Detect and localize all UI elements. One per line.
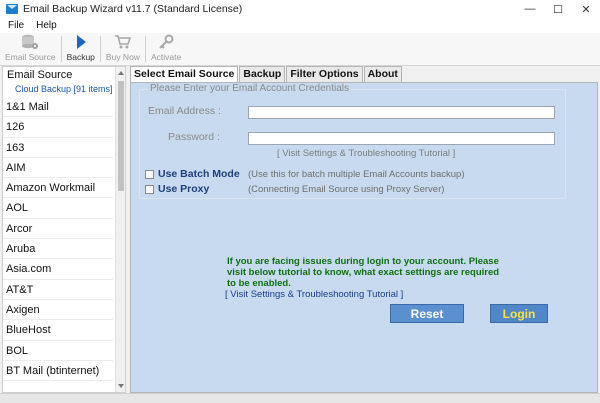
tab-about[interactable]: About <box>363 66 402 82</box>
tab-filter-options[interactable]: Filter Options <box>286 66 363 82</box>
buy-now-label: Buy Now <box>105 52 140 62</box>
scroll-down-icon[interactable] <box>118 384 124 388</box>
toolbar: Email Source Backup Buy Now Activate <box>0 33 600 66</box>
email-source-button[interactable]: Email Source <box>0 33 61 65</box>
credentials-legend: Please Enter your Email Account Credenti… <box>148 83 351 94</box>
activate-label: Activate <box>150 52 182 62</box>
maximize-button[interactable]: ☐ <box>544 0 572 18</box>
menu-help[interactable]: Help <box>36 20 57 31</box>
backup-button[interactable]: Backup <box>62 33 100 65</box>
use-proxy-hint: (Connecting Email Source using Proxy Ser… <box>248 184 445 195</box>
activate-button[interactable]: Activate <box>146 33 186 65</box>
window-title: Email Backup Wizard v11.7 (Standard Lice… <box>23 3 243 15</box>
tab-backup[interactable]: Backup <box>239 66 286 82</box>
backup-label: Backup <box>66 52 95 62</box>
list-item[interactable]: 1&1 Mail <box>3 97 113 118</box>
list-item[interactable]: BOL <box>3 341 113 361</box>
scroll-up-icon[interactable] <box>118 71 124 75</box>
list-item[interactable]: AOL <box>3 198 113 219</box>
use-proxy-checkbox[interactable] <box>145 185 154 194</box>
app-envelope-icon <box>6 4 18 14</box>
scroll-thumb[interactable] <box>118 81 124 191</box>
credentials-group: Please Enter your Email Account Credenti… <box>139 83 566 199</box>
title-bar: Email Backup Wizard v11.7 (Standard Lice… <box>0 0 600 18</box>
batch-mode-hint: (Use this for batch multiple Email Accou… <box>248 169 465 180</box>
close-button[interactable]: ✕ <box>572 0 600 18</box>
menu-file[interactable]: File <box>8 20 24 31</box>
list-item[interactable]: Amazon Workmail <box>3 178 113 199</box>
status-bar <box>0 393 600 403</box>
cart-icon <box>114 35 132 49</box>
play-icon <box>76 35 86 49</box>
batch-mode-label[interactable]: Use Batch Mode <box>158 168 240 180</box>
use-proxy-label[interactable]: Use Proxy <box>158 183 209 195</box>
password-input[interactable] <box>248 132 555 145</box>
list-item[interactable]: 126 <box>3 117 113 138</box>
notice-tutorial-link[interactable]: [ Visit Settings & Troubleshooting Tutor… <box>225 289 403 300</box>
select-email-source-panel: Please Enter your Email Account Credenti… <box>130 82 598 393</box>
buy-now-button[interactable]: Buy Now <box>101 33 145 65</box>
database-gear-icon <box>22 34 39 49</box>
list-item[interactable]: BlueHost <box>3 320 113 341</box>
email-source-label: Email Source <box>5 52 56 62</box>
tab-select-email-source[interactable]: Select Email Source <box>130 66 239 83</box>
sidebar-category[interactable]: Cloud Backup [91 items] <box>3 83 125 97</box>
email-address-label: Email Address : <box>148 105 221 117</box>
batch-mode-checkbox[interactable] <box>145 170 154 179</box>
credentials-tutorial-link[interactable]: [ Visit Settings & Troubleshooting Tutor… <box>277 148 455 159</box>
email-address-input[interactable] <box>248 106 555 119</box>
list-item[interactable]: Aruba <box>3 239 113 260</box>
sidebar-scrollbar[interactable] <box>115 67 125 392</box>
list-item[interactable]: Asia.com <box>3 259 113 280</box>
login-help-notice: If you are facing issues during login to… <box>227 256 500 289</box>
list-item[interactable]: BT Mail (btinternet) <box>3 361 113 382</box>
tab-strip: Select Email Source Backup Filter Option… <box>130 66 403 83</box>
list-item[interactable]: AIM <box>3 158 113 179</box>
list-item[interactable]: 163 <box>3 138 113 158</box>
list-item[interactable]: Arcor <box>3 219 113 240</box>
menu-bar: File Help <box>0 18 600 33</box>
login-button[interactable]: Login <box>490 304 548 323</box>
email-source-list: Email Source Cloud Backup [91 items] 1&1… <box>2 66 126 393</box>
password-label: Password : <box>168 131 220 143</box>
minimize-button[interactable]: — <box>516 0 544 18</box>
list-item[interactable]: Axigen <box>3 300 113 321</box>
reset-button[interactable]: Reset <box>390 304 464 323</box>
key-icon <box>159 34 174 49</box>
list-item[interactable]: AT&T <box>3 280 113 300</box>
sidebar-header: Email Source <box>7 69 73 81</box>
